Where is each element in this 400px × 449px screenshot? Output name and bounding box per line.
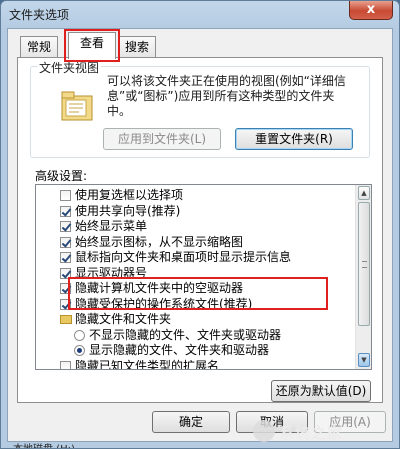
checkbox-unchecked-icon[interactable] xyxy=(60,360,71,369)
scroll-down-arrow-icon[interactable]: ▼ xyxy=(358,353,370,367)
radio-highlight-box xyxy=(68,277,328,310)
checkbox-checked-icon[interactable] xyxy=(60,221,71,232)
option-label: 隐藏已知文件类型的扩展名 xyxy=(75,358,220,370)
option-label: 使用复选框以选择项 xyxy=(75,188,184,202)
advanced-settings-label: 高级设置: xyxy=(35,169,88,183)
radio-unselected-icon[interactable] xyxy=(74,329,85,341)
option-label: 始终显示菜单 xyxy=(75,219,148,233)
option-label: 始终显示图标，从不显示缩略图 xyxy=(75,234,244,249)
reset-folders-button[interactable]: 重置文件夹(R) xyxy=(235,128,353,150)
option-label: 显示隐藏的文件、文件夹和驱动器 xyxy=(89,343,270,357)
folder-options-window: 文件夹选项 x 常规 查看 搜索 文件夹视图 可以将该文件夹正在使用的视图(例如… xyxy=(0,0,400,449)
scroll-up-arrow-icon[interactable]: ▲ xyxy=(358,186,370,200)
scroll-thumb[interactable] xyxy=(358,202,370,326)
tab-highlight-box xyxy=(64,29,120,62)
ok-button[interactable]: 确定 xyxy=(152,411,230,433)
restore-defaults-button[interactable]: 还原为默认值(D) xyxy=(271,380,371,402)
option-label: 使用共享向导(推荐) xyxy=(75,203,181,218)
scroll-grip-icon xyxy=(362,261,367,268)
option-label: 隐藏文件和文件夹 xyxy=(75,312,172,326)
folder-views-description: 可以将该文件夹正在使用的视图(例如“详细信息”或“图标”)应用到所有这种类型的文… xyxy=(107,74,346,118)
checkbox-checked-icon[interactable] xyxy=(60,236,71,248)
title-bar[interactable]: 文件夹选项 x xyxy=(1,1,399,27)
option-label: 鼠标指向文件夹和桌面项时显示提示信息 xyxy=(75,250,292,264)
folder-views-group: 文件夹视图 可以将该文件夹正在使用的视图(例如“详细信息”或“图标”)应用到所有… xyxy=(30,59,370,158)
checkbox-unchecked-icon[interactable] xyxy=(60,190,71,201)
folder-icon xyxy=(60,315,72,324)
tab-search[interactable]: 搜索 xyxy=(118,36,157,58)
option-label: 不显示隐藏的文件、文件夹或驱动器 xyxy=(89,327,282,342)
apply-to-folders-button[interactable]: 应用到文件夹(L) xyxy=(103,128,221,150)
window-title: 文件夹选项 xyxy=(9,8,70,22)
close-button[interactable]: x xyxy=(349,1,393,20)
background-window-text: 本地磁盘 (H:) xyxy=(13,440,75,448)
watermark-text: 系统之家 xyxy=(279,424,344,442)
checkbox-checked-icon[interactable] xyxy=(60,205,71,217)
checkbox-checked-icon[interactable] xyxy=(60,252,71,263)
view-tab-panel: 文件夹视图 可以将该文件夹正在使用的视图(例如“详细信息”或“图标”)应用到所有… xyxy=(17,57,383,403)
scrollbar[interactable]: ▲ ▼ xyxy=(355,185,371,369)
dialog-body: 常规 查看 搜索 文件夹视图 可以将该文件夹正在使用的视图(例如“详细信息”或“ xyxy=(7,28,393,442)
watermark: 系统之家 xyxy=(253,418,393,444)
radio-selected-icon[interactable] xyxy=(74,345,85,356)
tab-general[interactable]: 常规 xyxy=(20,36,59,58)
watermark-logo-icon xyxy=(253,420,275,442)
folder-view-icon xyxy=(61,91,95,121)
